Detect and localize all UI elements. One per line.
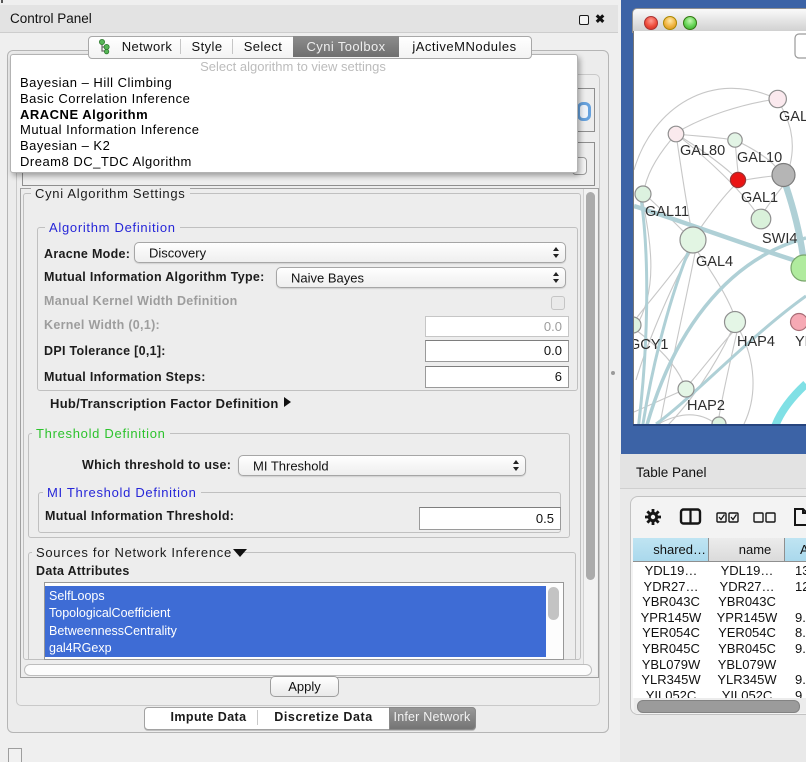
svg-text:GAL80: GAL80 bbox=[680, 143, 725, 159]
svg-text:GAL10: GAL10 bbox=[737, 150, 782, 166]
svg-text:HAP2: HAP2 bbox=[687, 398, 725, 414]
svg-text:GAL7: GAL7 bbox=[779, 109, 806, 125]
svg-text:SWI4: SWI4 bbox=[762, 231, 797, 247]
svg-text:HAP4: HAP4 bbox=[737, 334, 775, 350]
svg-text:GAL1: GAL1 bbox=[741, 190, 778, 206]
svg-text:YM: YM bbox=[795, 334, 806, 350]
svg-text:GCY1: GCY1 bbox=[634, 337, 669, 353]
svg-text:GAL11: GAL11 bbox=[645, 204, 689, 220]
svg-text:GAL4: GAL4 bbox=[696, 254, 733, 270]
